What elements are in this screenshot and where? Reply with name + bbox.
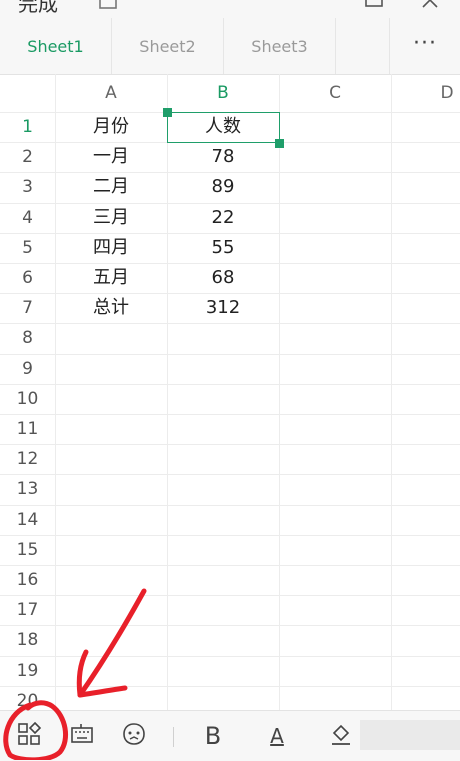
grid-line xyxy=(0,504,460,506)
cell-b7[interactable]: 312 xyxy=(167,293,279,323)
column-header-c[interactable]: C xyxy=(279,74,391,112)
grid-line xyxy=(0,534,460,536)
row-header-12[interactable]: 12 xyxy=(0,444,55,474)
grid-line xyxy=(0,323,460,325)
tab-empty-slot xyxy=(336,18,390,74)
row-header-9[interactable]: 9 xyxy=(0,354,55,384)
selection-handle-top-left[interactable] xyxy=(163,108,172,117)
grid-line xyxy=(279,74,280,710)
cell-a2[interactable]: 一月 xyxy=(55,142,167,172)
cell-a3[interactable]: 二月 xyxy=(55,172,167,202)
keyboard-icon[interactable] xyxy=(67,721,97,751)
grid-line xyxy=(0,625,460,627)
grid-line xyxy=(0,414,460,415)
row-header-18[interactable]: 18 xyxy=(0,625,55,655)
font-color-button[interactable]: A xyxy=(262,721,292,751)
tab-sheet2[interactable]: Sheet2 xyxy=(112,18,224,74)
grid-line xyxy=(0,685,460,687)
bold-button[interactable]: B xyxy=(198,721,228,751)
sheet-tabs: Sheet1 Sheet2 Sheet3 ··· xyxy=(0,18,460,75)
row-header-3[interactable]: 3 xyxy=(0,172,55,202)
row-header-19[interactable]: 19 xyxy=(0,656,55,686)
row-header-6[interactable]: 6 xyxy=(0,263,55,293)
tab-sheet3[interactable]: Sheet3 xyxy=(224,18,336,74)
row-header-17[interactable]: 17 xyxy=(0,595,55,625)
done-button[interactable]: 完成 xyxy=(18,0,58,17)
grid-line xyxy=(0,383,460,385)
top-bar: 完成 xyxy=(0,0,460,18)
redo-icon[interactable] xyxy=(206,0,226,8)
cell-a1[interactable]: 月份 xyxy=(55,112,167,142)
tab-sheet1[interactable]: Sheet1 xyxy=(0,18,112,74)
save-icon[interactable] xyxy=(98,0,118,9)
cell-a6[interactable]: 五月 xyxy=(55,263,167,293)
row-header-4[interactable]: 4 xyxy=(0,203,55,233)
cell-b2[interactable]: 78 xyxy=(167,142,279,172)
row-header-13[interactable]: 13 xyxy=(0,474,55,504)
blurred-watermark xyxy=(360,720,460,750)
column-header-a[interactable]: A xyxy=(55,74,167,112)
close-icon[interactable] xyxy=(420,0,440,8)
grid-line xyxy=(0,353,460,355)
cell-b6[interactable]: 68 xyxy=(167,263,279,293)
grid-line xyxy=(0,474,460,476)
selection-handle-bottom-right[interactable] xyxy=(275,139,284,148)
assistant-icon[interactable] xyxy=(119,721,149,751)
grid-line xyxy=(0,444,460,446)
cell-a4[interactable]: 三月 xyxy=(55,203,167,233)
cell-b5[interactable]: 55 xyxy=(167,233,279,263)
spreadsheet-grid[interactable]: A B C D 1 2 3 4 5 6 7 8 9 10 11 12 13 14 15 16 17 18 19 20 … xyxy=(0,74,460,710)
cell-b4[interactable]: 22 xyxy=(167,203,279,233)
row-header-20[interactable]: 20 xyxy=(0,686,55,710)
apps-grid-icon[interactable] xyxy=(14,721,44,751)
grid-line xyxy=(0,565,460,566)
row-header-11[interactable]: 11 xyxy=(0,414,55,444)
cell-a7[interactable]: 总计 xyxy=(55,293,167,323)
row-header-5[interactable]: 5 xyxy=(0,233,55,263)
row-header-1[interactable]: 1 xyxy=(0,112,55,142)
grid-line xyxy=(391,74,392,710)
fill-color-icon[interactable] xyxy=(326,721,356,751)
undo-icon[interactable] xyxy=(162,0,182,8)
selected-cell-outline xyxy=(167,112,280,143)
column-header-d[interactable]: D xyxy=(391,74,460,112)
row-header-2[interactable]: 2 xyxy=(0,142,55,172)
cell-a5[interactable]: 四月 xyxy=(55,233,167,263)
grid-line xyxy=(0,595,460,597)
toolbar-divider xyxy=(173,727,174,747)
row-header-7[interactable]: 7 xyxy=(0,293,55,323)
cell-b3[interactable]: 89 xyxy=(167,172,279,202)
column-header-b[interactable]: B xyxy=(167,74,279,112)
row-header-16[interactable]: 16 xyxy=(0,565,55,595)
share-icon[interactable] xyxy=(364,0,384,8)
row-header-10[interactable]: 10 xyxy=(0,384,55,414)
more-tabs-button[interactable]: ··· xyxy=(390,18,460,74)
row-header-14[interactable]: 14 xyxy=(0,505,55,535)
grid-line xyxy=(0,655,460,657)
row-header-8[interactable]: 8 xyxy=(0,323,55,353)
row-header-15[interactable]: 15 xyxy=(0,535,55,565)
